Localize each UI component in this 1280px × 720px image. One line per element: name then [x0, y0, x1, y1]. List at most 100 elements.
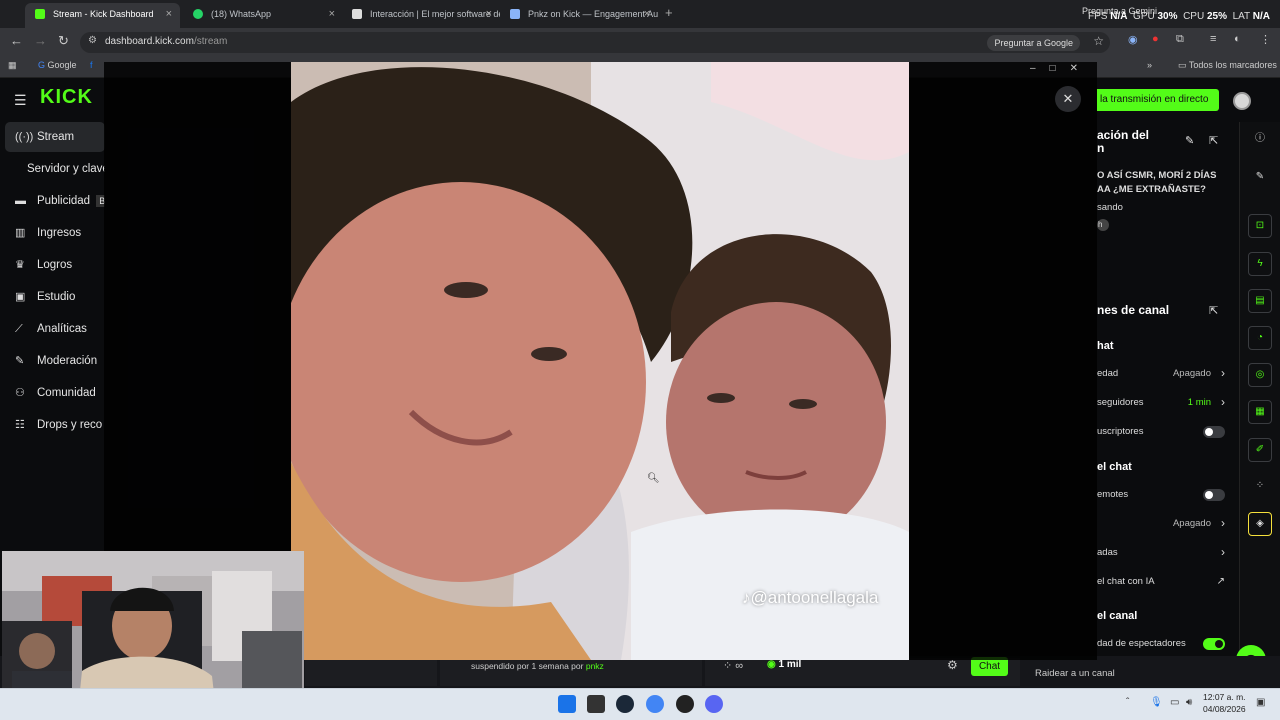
- sidebar-item-server-key[interactable]: Servidor y clave: [5, 154, 105, 184]
- sidebar-item-label: Logros: [37, 259, 73, 271]
- file-explorer-icon[interactable]: [587, 695, 605, 713]
- reload-icon[interactable]: ↻: [58, 33, 69, 49]
- wrench-icon[interactable]: ✐: [1248, 438, 1272, 462]
- obs-icon[interactable]: [676, 695, 694, 713]
- back-arrow-icon[interactable]: ←: [10, 33, 23, 48]
- edit-pencil-icon[interactable]: ✎: [1248, 166, 1272, 190]
- sidebar-item-analiticas[interactable]: ⟋ Analíticas: [5, 314, 105, 344]
- sidebar-item-logros[interactable]: ♛ Logros: [5, 250, 105, 280]
- chat-bubble-icon[interactable]: ◔: [1248, 326, 1272, 350]
- viewer-count-toggle[interactable]: [1203, 638, 1225, 650]
- tab-whatsapp[interactable]: (18) WhatsApp ×: [183, 3, 343, 28]
- tab-kick-dashboard[interactable]: Stream - Kick Dashboard ×: [25, 3, 180, 28]
- steam-icon[interactable]: [616, 695, 634, 713]
- kick-logo[interactable]: KICK: [40, 86, 93, 109]
- viewer-close-button[interactable]: ✕: [1055, 86, 1081, 112]
- sidebar-item-label: Estudio: [37, 291, 76, 303]
- document-icon[interactable]: ▤: [1248, 289, 1272, 313]
- popout-icon[interactable]: ⇱: [1209, 304, 1218, 317]
- setting-row-age[interactable]: edad Apagado ›: [1097, 366, 1227, 386]
- windows-start-icon[interactable]: [558, 695, 576, 713]
- sidebar-item-label: Ingresos: [37, 227, 82, 239]
- community-icon[interactable]: ⁘: [1248, 475, 1272, 499]
- popout-icon[interactable]: ⇱: [1209, 134, 1218, 147]
- hamburger-menu-icon[interactable]: ☰: [14, 92, 27, 109]
- new-tab-button[interactable]: +: [665, 5, 673, 20]
- url-host: dashboard.kick.com: [105, 36, 194, 47]
- address-bar[interactable]: ⚙ dashboard.kick.com/stream Preguntar a …: [80, 32, 1110, 53]
- chrome-icon[interactable]: [646, 695, 664, 713]
- setting-row-subscribers: uscriptores: [1097, 426, 1227, 444]
- star-icon[interactable]: ☆: [1093, 34, 1104, 48]
- layers-icon[interactable]: ▦: [1248, 400, 1272, 424]
- system-clock[interactable]: 12:07 a. m. 04/08/2026: [1203, 691, 1246, 715]
- sidebar-item-estudio[interactable]: ▣ Estudio: [5, 282, 105, 312]
- sidebar-item-moderacion[interactable]: ✎ Moderación: [5, 346, 105, 376]
- media-icon[interactable]: ≡: [1210, 33, 1216, 45]
- profile-icon[interactable]: ◐: [1234, 33, 1241, 45]
- stream-right-panel: ación del n ✎ ⇱ O ASÍ CSMR, MORÍ 2 DÍAS …: [1097, 122, 1237, 687]
- setting-row-followers[interactable]: seguidores 1 min ›: [1097, 395, 1227, 415]
- extensions-puzzle-icon[interactable]: ⧉: [1176, 33, 1184, 46]
- chat-users-icon[interactable]: ⁘ ∞: [723, 659, 743, 672]
- suspended-text: suspendido por 1 semana por: [471, 661, 584, 671]
- more-bookmarks-icon[interactable]: »: [1147, 60, 1152, 70]
- go-live-button[interactable]: la transmisión en directo: [1097, 89, 1219, 111]
- close-icon[interactable]: ×: [329, 3, 335, 25]
- viewer-count-value: 1 mil: [778, 659, 802, 670]
- sidebar-item-ingresos[interactable]: ▥ Ingresos: [5, 218, 105, 248]
- microphone-icon[interactable]: 🎙︎: [1150, 697, 1163, 708]
- all-bookmarks[interactable]: ▭ Todos los marcadores: [1178, 60, 1277, 71]
- setting-label: adas: [1097, 547, 1118, 558]
- chevron-up-icon[interactable]: ˆ: [1126, 697, 1129, 708]
- emotes-toggle[interactable]: [1203, 489, 1225, 501]
- bookmark-google[interactable]: G Google: [38, 60, 77, 70]
- tab-interaccion[interactable]: Interacción | El mejor software de ×: [342, 3, 500, 28]
- close-icon[interactable]: ×: [644, 3, 650, 25]
- lightning-icon[interactable]: ϟ: [1248, 252, 1272, 276]
- forward-arrow-icon[interactable]: →: [34, 33, 47, 48]
- site-info-icon[interactable]: ⚙: [88, 35, 97, 46]
- sidebar-item-publicidad[interactable]: ▬ Publicidad B: [5, 186, 105, 216]
- avatar[interactable]: [1233, 92, 1251, 110]
- setting-label: seguidores: [1097, 397, 1144, 408]
- screenshot-icon[interactable]: ⊡: [1248, 214, 1272, 238]
- edit-pencil-icon[interactable]: ✎: [1185, 134, 1194, 147]
- viewer-window-controls[interactable]: –□✕: [1030, 63, 1092, 74]
- facebook-icon[interactable]: f: [90, 60, 93, 70]
- tiktok-watermark: ♪@antoonellagala: [742, 588, 879, 607]
- sidebar-item-stream[interactable]: ((·)) Stream: [5, 122, 105, 152]
- ask-google-button[interactable]: Preguntar a Google: [987, 35, 1080, 51]
- subscribers-toggle[interactable]: [1203, 426, 1225, 438]
- close-icon[interactable]: ×: [166, 3, 172, 25]
- sidebar-item-comunidad[interactable]: ⚇ Comunidad: [5, 378, 105, 408]
- lat-label: LAT: [1232, 11, 1250, 22]
- tab-pnkz-kick[interactable]: Pnkz on Kick — Engagement Au ×: [500, 3, 658, 28]
- raid-channel-button[interactable]: Raidear a un canal: [1035, 668, 1115, 679]
- stream-title-line-1: O ASÍ CSMR, MORÍ 2 DÍAS: [1097, 170, 1217, 181]
- extension-icon[interactable]: ◉: [1128, 33, 1138, 46]
- volume-icon[interactable]: 🔊︎: [1186, 697, 1192, 708]
- broadcast-icon[interactable]: ◎: [1248, 363, 1272, 387]
- viewer-count: ◉ 1 mil: [767, 659, 801, 670]
- discord-icon[interactable]: [705, 695, 723, 713]
- sidebar-item-drops[interactable]: ☷ Drops y reco: [5, 410, 105, 440]
- apps-grid-icon[interactable]: ▦: [8, 60, 17, 71]
- setting-row-ai-chat[interactable]: el chat con IA ↗: [1097, 576, 1227, 594]
- screen: Stream - Kick Dashboard × (18) WhatsApp …: [0, 0, 1280, 720]
- bookmark-label: Todos los marcadores: [1188, 60, 1277, 70]
- info-icon[interactable]: ⓘ: [1248, 128, 1272, 152]
- setting-row-slow-mode[interactable]: Apagado ›: [1097, 516, 1227, 536]
- notification-icon[interactable]: ▣: [1256, 697, 1265, 708]
- menu-kebab-icon[interactable]: ⋮: [1260, 33, 1271, 46]
- photo-illustration: [291, 62, 909, 660]
- channel-section-title: el canal: [1097, 610, 1138, 622]
- close-icon[interactable]: ×: [486, 3, 492, 25]
- fps-value: N/A: [1110, 11, 1128, 22]
- chevron-right-icon: ›: [1221, 395, 1225, 409]
- extension-icon[interactable]: ●: [1152, 33, 1159, 45]
- settings-gear-icon[interactable]: ⚙: [947, 658, 958, 672]
- gift-icon[interactable]: ◈: [1248, 512, 1272, 536]
- setting-row-blocked[interactable]: adas ›: [1097, 545, 1227, 565]
- network-icon[interactable]: ▭: [1170, 697, 1179, 708]
